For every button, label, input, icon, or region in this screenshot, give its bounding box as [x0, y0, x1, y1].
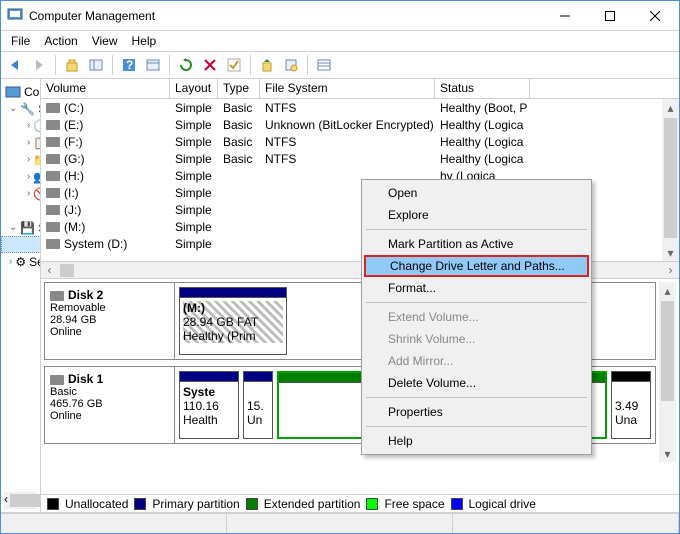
volume-block[interactable]: Syste110.16Health — [179, 371, 239, 439]
back-button[interactable] — [5, 55, 25, 75]
refresh-button[interactable] — [176, 55, 196, 75]
navigation-tree[interactable]: Computer Management ( ⌄🔧System Tools ›🕒T… — [1, 79, 41, 512]
ctx-change-drive-letter[interactable]: Change Drive Letter and Paths... — [364, 255, 589, 277]
menubar: File Action View Help — [1, 31, 679, 51]
expand-icon[interactable]: › — [27, 154, 30, 165]
action1-button[interactable] — [257, 55, 277, 75]
svg-text:?: ? — [126, 58, 133, 72]
services-icon: ⚙ — [15, 254, 26, 270]
expand-icon[interactable]: › — [27, 120, 30, 131]
expand-icon[interactable]: › — [27, 137, 30, 148]
ctx-help[interactable]: Help — [364, 430, 589, 452]
tree-services[interactable]: Services and Applicati — [29, 255, 41, 269]
diskmap-vscroll[interactable]: ▴▾ — [659, 282, 676, 462]
toolbar: ? — [1, 51, 679, 79]
legend: Unallocated Primary partition Extended p… — [41, 494, 679, 512]
properties-button[interactable] — [143, 55, 163, 75]
legend-primary-swatch — [134, 498, 146, 510]
list-view-button[interactable] — [314, 55, 334, 75]
volume-row[interactable]: (C:)SimpleBasicNTFSHealthy (Boot, P — [41, 99, 679, 116]
menu-action[interactable]: Action — [44, 34, 77, 48]
volume-row[interactable]: (F:)SimpleBasicNTFSHealthy (Logica — [41, 133, 679, 150]
tools-icon: 🔧 — [20, 101, 35, 117]
volume-block[interactable]: 15.Un — [243, 371, 273, 439]
tree-root[interactable]: Computer Management ( — [24, 85, 41, 99]
collapse-icon[interactable]: ⌄ — [9, 103, 17, 114]
legend-ext: Extended partition — [264, 497, 361, 511]
expand-icon[interactable]: › — [9, 256, 12, 267]
ctx-explore[interactable]: Explore — [364, 204, 589, 226]
volume-block[interactable]: (M:)28.94 GB FATHealthy (Prim — [179, 287, 287, 355]
forward-button[interactable] — [29, 55, 49, 75]
legend-logical: Logical drive — [469, 497, 536, 511]
delete-button[interactable] — [200, 55, 220, 75]
context-menu: Open Explore Mark Partition as Active Ch… — [361, 179, 592, 455]
window-title: Computer Management — [29, 9, 155, 23]
col-status[interactable]: Status — [435, 79, 530, 98]
ctx-mirror: Add Mirror... — [364, 350, 589, 372]
titlebar: Computer Management — [1, 1, 679, 31]
ctx-open[interactable]: Open — [364, 182, 589, 204]
volume-row[interactable]: (G:)SimpleBasicNTFSHealthy (Logica — [41, 150, 679, 167]
col-layout[interactable]: Layout — [170, 79, 218, 98]
tree-scrollbar[interactable]: ‹› — [4, 492, 37, 509]
col-volume[interactable]: Volume — [41, 79, 170, 98]
help-button[interactable]: ? — [119, 55, 139, 75]
collapse-icon[interactable]: ⌄ — [9, 222, 17, 233]
volume-block[interactable]: 3.49Una — [611, 371, 651, 439]
menu-help[interactable]: Help — [132, 34, 157, 48]
minimize-button[interactable] — [542, 2, 587, 30]
ctx-extend: Extend Volume... — [364, 306, 589, 328]
users-icon: 👥 — [33, 169, 41, 185]
scheduler-icon: 🕒 — [33, 118, 41, 134]
computer-icon — [5, 84, 21, 100]
statusbar — [1, 513, 679, 533]
legend-free-swatch — [366, 498, 378, 510]
col-fs[interactable]: File System — [260, 79, 435, 98]
up-button[interactable] — [62, 55, 82, 75]
expand-icon[interactable]: › — [27, 188, 30, 199]
legend-primary: Primary partition — [152, 497, 239, 511]
event-icon: 📋 — [33, 135, 41, 151]
ctx-format[interactable]: Format... — [364, 277, 589, 299]
list-vscroll[interactable]: ▴▾ — [662, 99, 679, 261]
close-button[interactable] — [632, 2, 677, 30]
ctx-shrink: Shrink Volume... — [364, 328, 589, 350]
ctx-properties[interactable]: Properties — [364, 401, 589, 423]
app-icon — [7, 6, 23, 25]
menu-file[interactable]: File — [11, 34, 30, 48]
volume-row[interactable]: (E:)SimpleBasicUnknown (BitLocker Encryp… — [41, 116, 679, 133]
expand-icon[interactable]: › — [27, 171, 30, 182]
maximize-button[interactable] — [587, 2, 632, 30]
show-hide-tree-button[interactable] — [86, 55, 106, 75]
ctx-mark[interactable]: Mark Partition as Active — [364, 233, 589, 255]
perf-icon: 🚫 — [33, 186, 41, 202]
menu-view[interactable]: View — [92, 34, 118, 48]
check-button[interactable] — [224, 55, 244, 75]
legend-unalloc-swatch — [47, 498, 59, 510]
legend-ext-swatch — [246, 498, 258, 510]
legend-free: Free space — [384, 497, 444, 511]
col-type[interactable]: Type — [218, 79, 260, 98]
action2-button[interactable] — [281, 55, 301, 75]
legend-logical-swatch — [451, 498, 463, 510]
legend-unalloc: Unallocated — [65, 497, 128, 511]
ctx-delete[interactable]: Delete Volume... — [364, 372, 589, 394]
folder-icon: 📁 — [33, 152, 41, 168]
storage-icon: 💾 — [20, 220, 35, 236]
